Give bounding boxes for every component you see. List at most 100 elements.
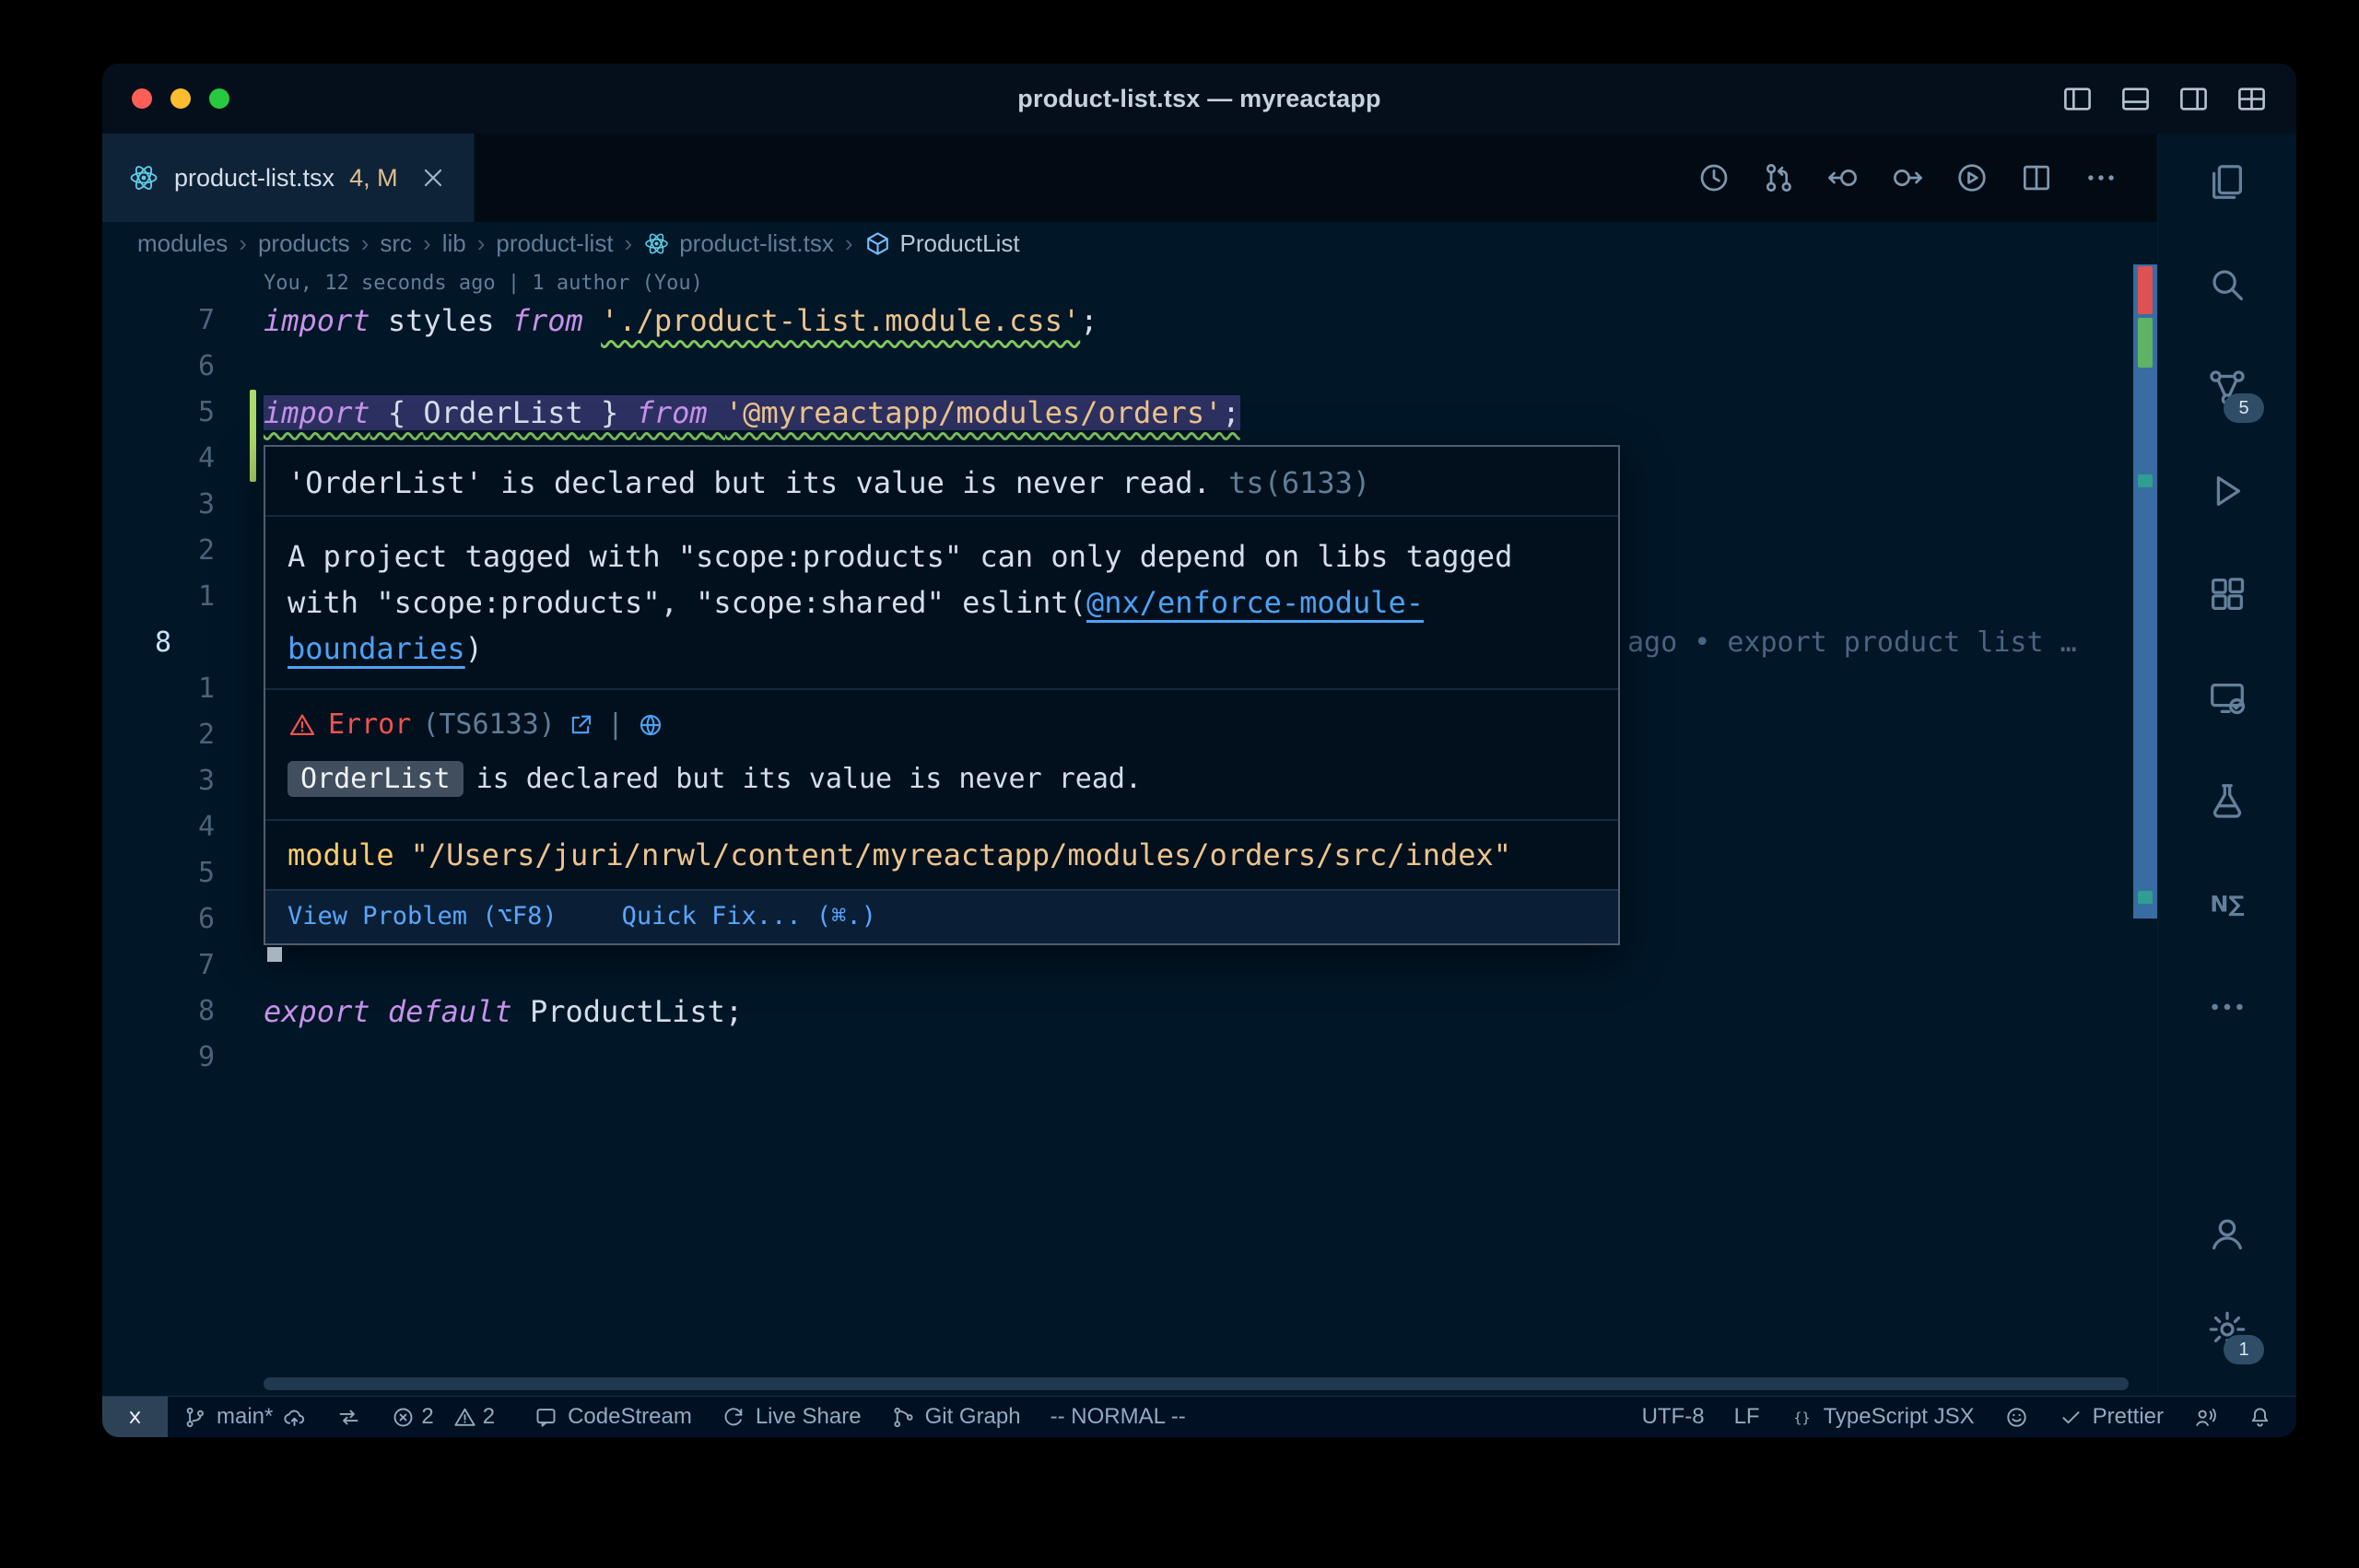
breadcrumb-item-src[interactable]: src	[380, 229, 412, 258]
code-editor[interactable]: You, 12 seconds ago | 1 author (You) 7im…	[102, 264, 2157, 1396]
breadcrumb-label: src	[380, 229, 412, 258]
customize-layout-icon[interactable]	[2235, 82, 2269, 116]
status-item-problems[interactable]: 22	[376, 1397, 519, 1437]
open-docs-external-link-icon[interactable]	[567, 711, 594, 739]
status-item-git-graph[interactable]: Git Graph	[876, 1397, 1036, 1437]
line-number: 3	[102, 758, 215, 804]
status-item-language-mode[interactable]: {}TypeScript JSX	[1775, 1397, 1989, 1437]
activity-item-settings[interactable]: 1	[2198, 1300, 2257, 1359]
breadcrumb-item-products[interactable]: products	[258, 229, 350, 258]
beaker-icon	[2206, 779, 2248, 822]
breadcrumb-item-modules[interactable]: modules	[137, 229, 228, 258]
docs-globe-icon[interactable]	[637, 711, 664, 739]
activity-item-accounts[interactable]	[2198, 1204, 2257, 1263]
smiley-icon	[2004, 1405, 2029, 1430]
code-line[interactable]: 6	[102, 344, 2130, 390]
line-number: 1	[102, 574, 215, 620]
status-item-codestream[interactable]: CodeStream	[519, 1397, 707, 1437]
code-line[interactable]: 7	[102, 942, 2130, 989]
symbol-badge: OrderList	[288, 761, 464, 797]
view-problem-action[interactable]: View Problem (⌥F8)	[288, 902, 557, 930]
close-tab-icon[interactable]	[418, 163, 448, 193]
titlebar[interactable]: product-list.tsx — myreactapp	[102, 64, 2296, 134]
toggle-primary-sidebar-icon[interactable]	[2060, 82, 2095, 116]
minimize-window-button[interactable]	[170, 88, 191, 109]
code-line[interactable]: 5import { OrderList } from '@myreactapp/…	[102, 390, 2130, 436]
status-item-feedback[interactable]	[1989, 1397, 2044, 1437]
code-text: import styles from './product-list.modul…	[264, 298, 1097, 344]
activity-item-source-control[interactable]: 5	[2198, 358, 2257, 417]
status-item-live-share-status[interactable]	[2178, 1397, 2233, 1437]
breadcrumb-label: products	[258, 229, 350, 258]
run-or-debug-icon[interactable]	[1954, 160, 1989, 195]
activity-item-nx-console[interactable]: N∑	[2198, 874, 2257, 933]
code-text: export default ProductList;	[264, 989, 743, 1035]
breadcrumb-item-product-list[interactable]: product-list	[496, 229, 613, 258]
split-editor-icon[interactable]	[2019, 160, 2054, 195]
activity-item-explorer[interactable]	[2198, 152, 2257, 211]
status-item-notifications[interactable]	[2233, 1397, 2287, 1437]
hover-widget: 'OrderList' is declared but its value is…	[264, 445, 1620, 945]
status-item-live-share[interactable]: Live Share	[707, 1397, 876, 1437]
breadcrumb-item-lib[interactable]: lib	[442, 229, 466, 258]
nx-icon: N∑	[2206, 883, 2248, 925]
quick-fix-action[interactable]: Quick Fix... (⌘.)	[622, 902, 876, 930]
more-actions-icon[interactable]	[2083, 160, 2118, 195]
breadcrumb-label: lib	[442, 229, 466, 258]
overview-ruler-mark	[2138, 891, 2153, 904]
react-icon	[643, 230, 670, 257]
remote-icon	[123, 1405, 147, 1430]
status-count: 2	[483, 1404, 495, 1430]
svg-text:N∑: N∑	[2210, 892, 2244, 918]
braces-icon: {}	[1790, 1405, 1814, 1430]
activity-item-run-and-debug[interactable]	[2198, 462, 2257, 521]
zoom-window-button[interactable]	[209, 88, 229, 109]
error-code: (TS6133)	[422, 708, 556, 741]
previous-change-icon[interactable]	[1825, 160, 1860, 195]
status-item-encoding[interactable]: UTF-8	[1627, 1397, 1719, 1437]
line-number: 1	[102, 666, 215, 712]
extensions-icon	[2206, 573, 2248, 615]
activity-item-testing[interactable]	[2198, 771, 2257, 830]
tab-label: product-list.tsx	[174, 164, 334, 193]
breadcrumb-item-productlist[interactable]: ProductList	[864, 229, 1020, 258]
status-item-gitlens-compare[interactable]	[322, 1397, 376, 1437]
codestream-icon	[534, 1405, 558, 1430]
status-item-vim-mode[interactable]: -- NORMAL --	[1036, 1397, 1201, 1437]
status-item-git-branch[interactable]: main*	[168, 1397, 322, 1437]
toggle-panel-icon[interactable]	[2118, 82, 2153, 116]
code-line[interactable]: 8export default ProductList;	[102, 989, 2130, 1035]
editor-actions	[1696, 134, 2157, 222]
status-item-remote-indicator[interactable]	[102, 1397, 168, 1437]
close-window-button[interactable]	[132, 88, 152, 109]
status-item-eol[interactable]: LF	[1719, 1397, 1775, 1437]
open-changes-icon[interactable]	[1761, 160, 1796, 195]
next-change-icon[interactable]	[1890, 160, 1925, 195]
overview-ruler-error-mark	[2138, 266, 2153, 314]
horizontal-scrollbar[interactable]	[264, 1377, 2129, 1390]
status-item-prettier[interactable]: Prettier	[2044, 1397, 2178, 1437]
activity-item-remote-explorer[interactable]	[2198, 668, 2257, 727]
compare-arrows-icon	[336, 1405, 361, 1430]
tab-product-list[interactable]: product-list.tsx 4, M	[102, 134, 475, 222]
eslint-message-close: )	[465, 631, 483, 666]
activity-item-extensions[interactable]	[2198, 565, 2257, 624]
breadcrumb-separator: ›	[423, 229, 431, 258]
breadcrumb-label: product-list	[496, 229, 613, 258]
code-line[interactable]: 7import styles from './product-list.modu…	[102, 298, 2130, 344]
gitlens-codelens[interactable]: You, 12 seconds ago | 1 author (You)	[264, 272, 703, 295]
breadcrumb-item-product-list.tsx[interactable]: product-list.tsx	[643, 229, 834, 258]
search-icon	[2206, 263, 2248, 306]
breadcrumb: modules›products›src›lib›product-list›pr…	[102, 222, 2157, 264]
code-line[interactable]: 9	[102, 1035, 2130, 1081]
activity-item-more-views[interactable]	[2198, 977, 2257, 1036]
timeline-icon[interactable]	[1696, 160, 1731, 195]
status-label: Live Share	[756, 1404, 862, 1430]
eslint-message: A project tagged with "scope:products" c…	[265, 517, 1618, 690]
symbol-class-icon	[864, 230, 891, 257]
toggle-secondary-sidebar-icon[interactable]	[2177, 82, 2211, 116]
line-number: 3	[102, 482, 215, 528]
activity-item-search[interactable]	[2198, 255, 2257, 314]
status-part: 2	[452, 1404, 495, 1430]
hover-resize-handle[interactable]	[267, 947, 282, 962]
